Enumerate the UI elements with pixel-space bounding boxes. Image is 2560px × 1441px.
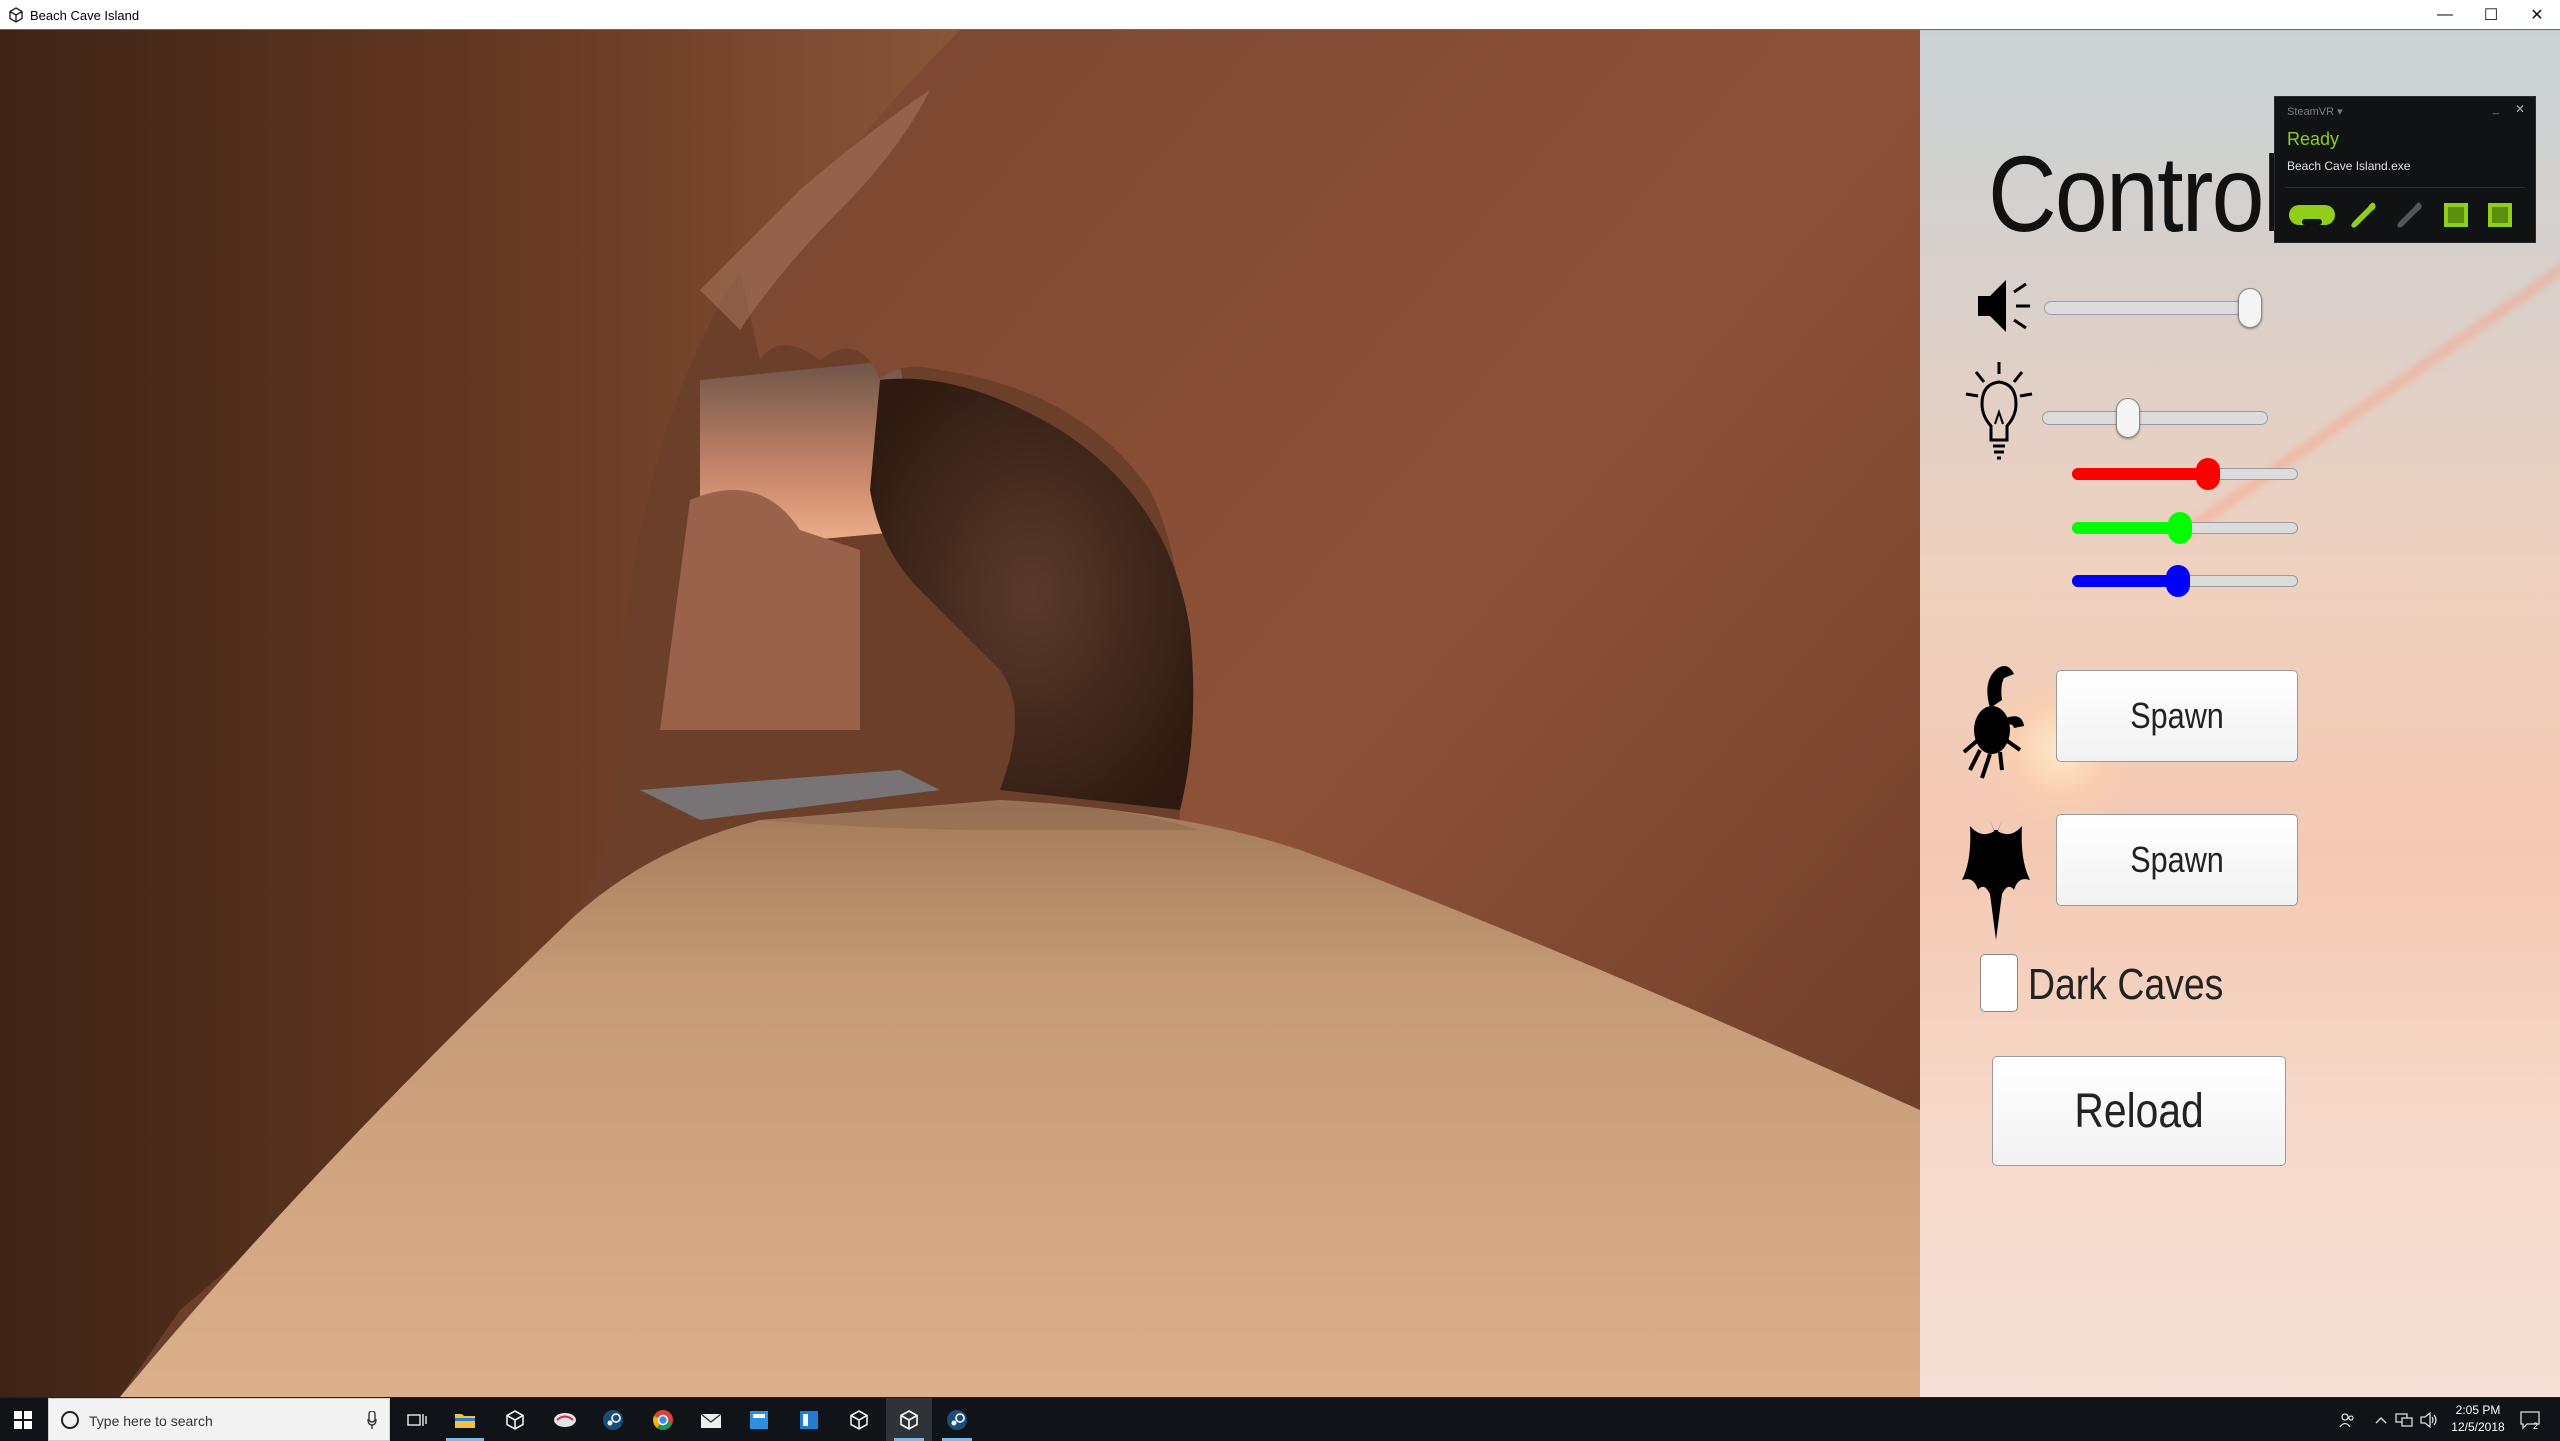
clock-date: 12/5/2018	[2451, 1420, 2505, 1434]
volume-slider-track[interactable]	[2044, 301, 2262, 315]
minimize-button[interactable]: —	[2422, 0, 2468, 29]
unity-icon	[9, 7, 23, 23]
steamvr-status: Ready	[2287, 129, 2340, 149]
steamvr-minimize-button[interactable]: _	[2493, 103, 2499, 115]
clock-time: 2:05 PM	[2455, 1403, 2501, 1417]
cortana-icon	[61, 1411, 79, 1429]
action-center-icon[interactable]: 2	[2510, 1398, 2550, 1441]
spawn-bat-label: Spawn	[2130, 839, 2224, 880]
start-button[interactable]	[0, 1398, 46, 1441]
bat-icon	[1962, 820, 2030, 940]
people-icon[interactable]	[2334, 1398, 2360, 1441]
reload-label: Reload	[2074, 1084, 2204, 1138]
spawn-crab-button[interactable]: Spawn	[2056, 670, 2298, 762]
dark-caves-label: Dark Caves	[2028, 960, 2224, 1009]
controller-icon[interactable]	[2393, 201, 2427, 229]
light-slider[interactable]	[2042, 398, 2268, 438]
chrome-icon[interactable]	[640, 1398, 686, 1441]
mail-icon[interactable]	[688, 1398, 734, 1441]
taskbar-clock[interactable]: 2:05 PM 12/5/2018	[2438, 1402, 2518, 1436]
file-explorer-icon[interactable]	[442, 1398, 488, 1441]
green-slider-fill	[2072, 522, 2181, 534]
red-slider[interactable]	[2072, 454, 2298, 494]
taskbar-search-box[interactable]	[48, 1398, 390, 1441]
volume-slider[interactable]	[2044, 288, 2262, 328]
light-slider-track[interactable]	[2042, 411, 2268, 425]
chevron-up-icon[interactable]	[2370, 1398, 2392, 1441]
app-icon[interactable]	[542, 1398, 588, 1441]
maximize-button[interactable]: ☐	[2468, 0, 2514, 29]
green-slider-handle[interactable]	[2168, 512, 2193, 544]
volume-icon[interactable]	[2418, 1398, 2440, 1441]
blue-slider-fill	[2072, 575, 2179, 587]
speaker-icon	[1978, 280, 2030, 332]
unity-icon[interactable]	[836, 1398, 882, 1441]
headset-icon[interactable]	[2287, 201, 2337, 229]
dark-caves-checkbox[interactable]	[1980, 954, 2018, 1012]
controller-icon[interactable]	[2347, 201, 2381, 229]
lightbulb-icon	[1965, 362, 2033, 460]
window-title: Beach Cave Island	[30, 8, 140, 23]
spawn-crab-label: Spawn	[2130, 695, 2224, 736]
app-icon[interactable]	[786, 1398, 832, 1441]
unity-icon[interactable]	[886, 1398, 932, 1441]
steamvr-close-button[interactable]: ✕	[2515, 102, 2525, 116]
steam-icon[interactable]	[934, 1398, 980, 1441]
window-title-bar: Beach Cave Island — ☐ ✕	[0, 0, 2560, 30]
blue-slider-handle[interactable]	[2166, 565, 2191, 597]
green-slider[interactable]	[2072, 508, 2298, 548]
crab-icon	[1962, 666, 2024, 779]
red-slider-fill	[2072, 468, 2208, 480]
steamvr-running-app: Beach Cave Island.exe	[2287, 159, 2411, 173]
notification-count: 2	[2533, 1421, 2538, 1430]
steamvr-divider	[2285, 187, 2525, 188]
steamvr-status-window[interactable]: SteamVR ▾ _ ✕ Ready Beach Cave Island.ex…	[2274, 96, 2536, 243]
unity-icon[interactable]	[492, 1398, 538, 1441]
reload-button[interactable]: Reload	[1992, 1056, 2286, 1166]
game-viewport[interactable]	[0, 30, 1920, 1397]
taskbar: 2:05 PM 12/5/2018 2	[0, 1397, 2560, 1441]
windows-icon	[14, 1410, 32, 1429]
sky-streak	[2176, 232, 2560, 541]
blue-slider[interactable]	[2072, 561, 2298, 601]
app-icon[interactable]	[736, 1398, 782, 1441]
red-slider-handle[interactable]	[2195, 458, 2220, 490]
steam-icon[interactable]	[590, 1398, 636, 1441]
taskbar-search-input[interactable]	[87, 1405, 351, 1437]
volume-slider-handle[interactable]	[2238, 288, 2262, 328]
network-icon[interactable]	[2392, 1398, 2416, 1441]
spawn-bat-button[interactable]: Spawn	[2056, 814, 2298, 906]
light-slider-handle[interactable]	[2115, 398, 2140, 438]
task-view-icon[interactable]	[394, 1398, 440, 1441]
close-button[interactable]: ✕	[2514, 0, 2560, 29]
steamvr-menu[interactable]: SteamVR ▾	[2287, 105, 2343, 118]
cave-scene	[0, 30, 1920, 1397]
base-station-icon[interactable]	[2439, 201, 2473, 229]
base-station-icon[interactable]	[2483, 201, 2517, 229]
microphone-icon[interactable]	[367, 1411, 377, 1429]
